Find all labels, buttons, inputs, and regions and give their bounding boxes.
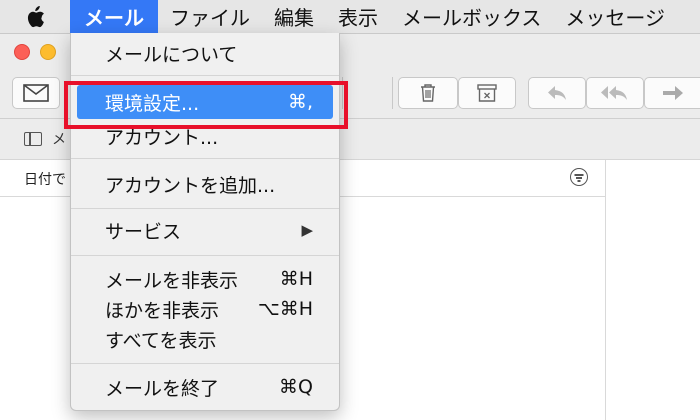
- get-mail-button[interactable]: [12, 77, 60, 109]
- forward-button[interactable]: [644, 77, 700, 109]
- menu-shortcut: ⌘H: [279, 268, 313, 290]
- sort-by-date-label[interactable]: 日付で: [24, 169, 66, 189]
- menu-item-label: 環境設定...: [105, 92, 200, 115]
- menu-separator: [71, 158, 339, 159]
- apple-logo-icon: [27, 5, 44, 27]
- menu-item-hide-others[interactable]: ほかを非表示 ⌥⌘H: [77, 292, 333, 326]
- menu-item-label: すべてを表示: [105, 329, 217, 352]
- menu-shortcut: ⌘,: [287, 91, 313, 113]
- toolbar-divider: [392, 77, 393, 109]
- menubar: メール ファイル 編集 表示 メールボックス メッセージ: [0, 0, 700, 34]
- menu-view[interactable]: 表示: [326, 0, 390, 33]
- reply-button[interactable]: [528, 77, 586, 109]
- menu-item-preferences[interactable]: 環境設定... ⌘,: [77, 85, 333, 119]
- delete-button[interactable]: [398, 77, 458, 109]
- menu-item-accounts[interactable]: アカウント...: [77, 119, 333, 153]
- close-window-button[interactable]: [14, 44, 30, 60]
- menu-item-services[interactable]: サービス ▶: [77, 213, 333, 247]
- archive-icon: [477, 84, 497, 102]
- pane-divider: [605, 160, 606, 420]
- reply-icon: [548, 86, 566, 100]
- reply-all-icon: [601, 86, 627, 100]
- toolbar-divider: [342, 77, 343, 109]
- archive-button[interactable]: [458, 77, 516, 109]
- menu-item-show-all[interactable]: すべてを表示: [77, 322, 333, 356]
- menu-edit[interactable]: 編集: [262, 0, 326, 33]
- menu-separator: [71, 255, 339, 256]
- apple-menu[interactable]: [0, 0, 70, 33]
- menu-item-label: アカウントを追加...: [105, 174, 276, 197]
- menu-item-label: サービス: [105, 220, 182, 243]
- menu-message[interactable]: メッセージ: [553, 0, 677, 33]
- mailbox-button-label[interactable]: メ: [52, 129, 66, 149]
- menu-item-label: メールを終了: [105, 377, 220, 400]
- menu-separator: [71, 363, 339, 364]
- menu-file[interactable]: ファイル: [158, 0, 262, 33]
- mail-menu-dropdown: メールについて 環境設定... ⌘, アカウント... アカウントを追加... …: [70, 33, 340, 411]
- submenu-arrow-icon: ▶: [301, 221, 313, 239]
- menu-item-quit-mail[interactable]: メールを終了 ⌘Q: [77, 370, 333, 404]
- forward-arrow-icon: [663, 86, 683, 100]
- menu-mail[interactable]: メール: [70, 0, 158, 33]
- menu-item-label: ほかを非表示: [105, 299, 220, 322]
- menu-separator: [71, 75, 339, 76]
- menu-item-hide-mail[interactable]: メールを非表示 ⌘H: [77, 262, 333, 296]
- menu-shortcut: ⌘Q: [279, 376, 313, 398]
- envelope-icon: [23, 84, 49, 102]
- menu-item-label: メールについて: [105, 43, 238, 66]
- menu-item-add-account[interactable]: アカウントを追加...: [77, 167, 333, 201]
- trash-icon: [421, 84, 435, 102]
- menu-shortcut: ⌥⌘H: [257, 298, 313, 320]
- reply-all-button[interactable]: [586, 77, 644, 109]
- menu-separator: [71, 208, 339, 209]
- menu-item-about-mail[interactable]: メールについて: [77, 36, 333, 70]
- menu-item-label: メールを非表示: [105, 269, 239, 292]
- filter-icon[interactable]: [570, 168, 588, 186]
- menu-item-label: アカウント...: [105, 126, 219, 149]
- minimize-window-button[interactable]: [40, 44, 56, 60]
- menu-mailbox[interactable]: メールボックス: [390, 0, 553, 33]
- sidebar-toggle-icon[interactable]: [24, 132, 42, 146]
